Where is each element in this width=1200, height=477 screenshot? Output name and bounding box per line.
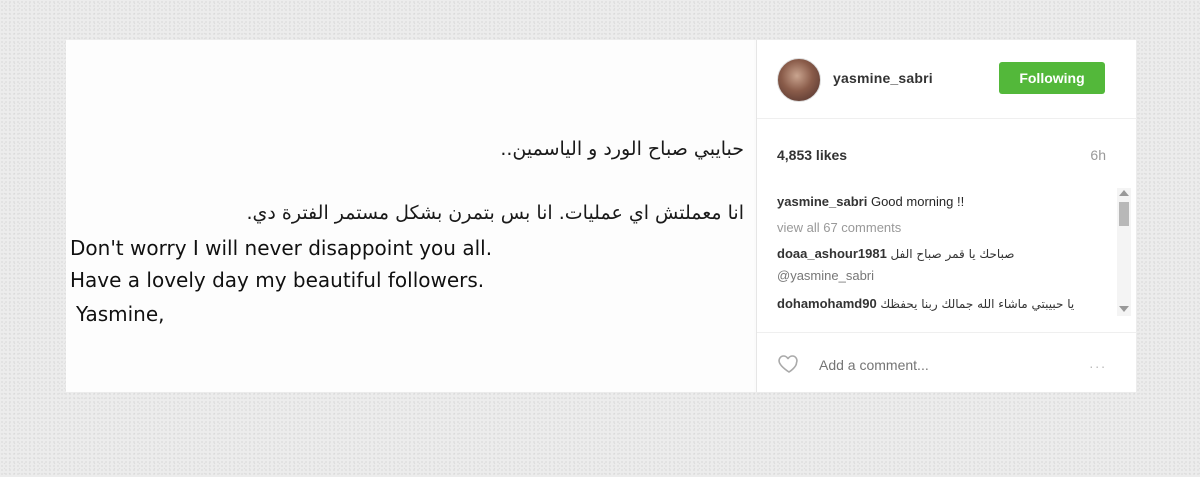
comment-username[interactable]: dohamohamd90: [777, 296, 877, 311]
post-sidebar: yasmine_sabri Following 4,853 likes 6h y…: [756, 40, 1137, 393]
post-english-line-2: Have a lovely day my beautiful followers…: [70, 268, 485, 292]
scroll-thumb[interactable]: [1119, 202, 1129, 226]
following-button[interactable]: Following: [999, 62, 1105, 94]
post-time[interactable]: 6h: [1090, 147, 1106, 163]
post-arabic-line-1: حبايبي صباح الورد و الياسمين..: [500, 138, 744, 160]
comment-username[interactable]: doaa_ashour1981: [777, 246, 887, 261]
comment-item: dohamohamd90 يا حبيبتي ماشاء الله جمالك …: [777, 296, 1074, 311]
post-english-line-1: Don't worry I will never disappoint you …: [70, 236, 493, 260]
comments-scrollbar[interactable]: [1117, 188, 1131, 316]
comment-item: doaa_ashour1981 صباحك يا قمر صباح الفل: [777, 246, 1014, 261]
post-header: yasmine_sabri Following: [757, 40, 1137, 119]
post-arabic-line-2: انا معملتش اي عمليات. انا بس بتمرن بشكل …: [246, 202, 744, 224]
comments-list: yasmine_sabri Good morning !! view all 6…: [777, 188, 1113, 316]
add-comment-input[interactable]: [817, 353, 1041, 377]
caption-username[interactable]: yasmine_sabri: [777, 194, 867, 209]
scroll-up-icon[interactable]: [1119, 190, 1129, 196]
post-english-line-3: Yasmine,: [76, 302, 165, 326]
profile-username[interactable]: yasmine_sabri: [833, 70, 933, 86]
comment-footer: ...: [757, 332, 1137, 393]
caption-text: Good morning !!: [870, 194, 965, 209]
heart-icon[interactable]: [777, 351, 801, 375]
caption: yasmine_sabri Good morning !!: [777, 194, 964, 209]
more-options-button[interactable]: ...: [1089, 355, 1107, 371]
comment-text: صباحك يا قمر صباح الفل: [890, 247, 1015, 261]
comment-mention[interactable]: @yasmine_sabri: [777, 268, 874, 283]
scroll-down-icon[interactable]: [1119, 306, 1129, 312]
avatar[interactable]: [777, 58, 821, 102]
view-all-comments-link[interactable]: view all 67 comments: [777, 220, 901, 235]
post-media: حبايبي صباح الورد و الياسمين.. انا معملت…: [66, 40, 754, 392]
likes-count[interactable]: 4,853 likes: [777, 147, 847, 163]
comment-text: يا حبيبتي ماشاء الله جمالك ربنا يحفظك: [880, 297, 1075, 311]
